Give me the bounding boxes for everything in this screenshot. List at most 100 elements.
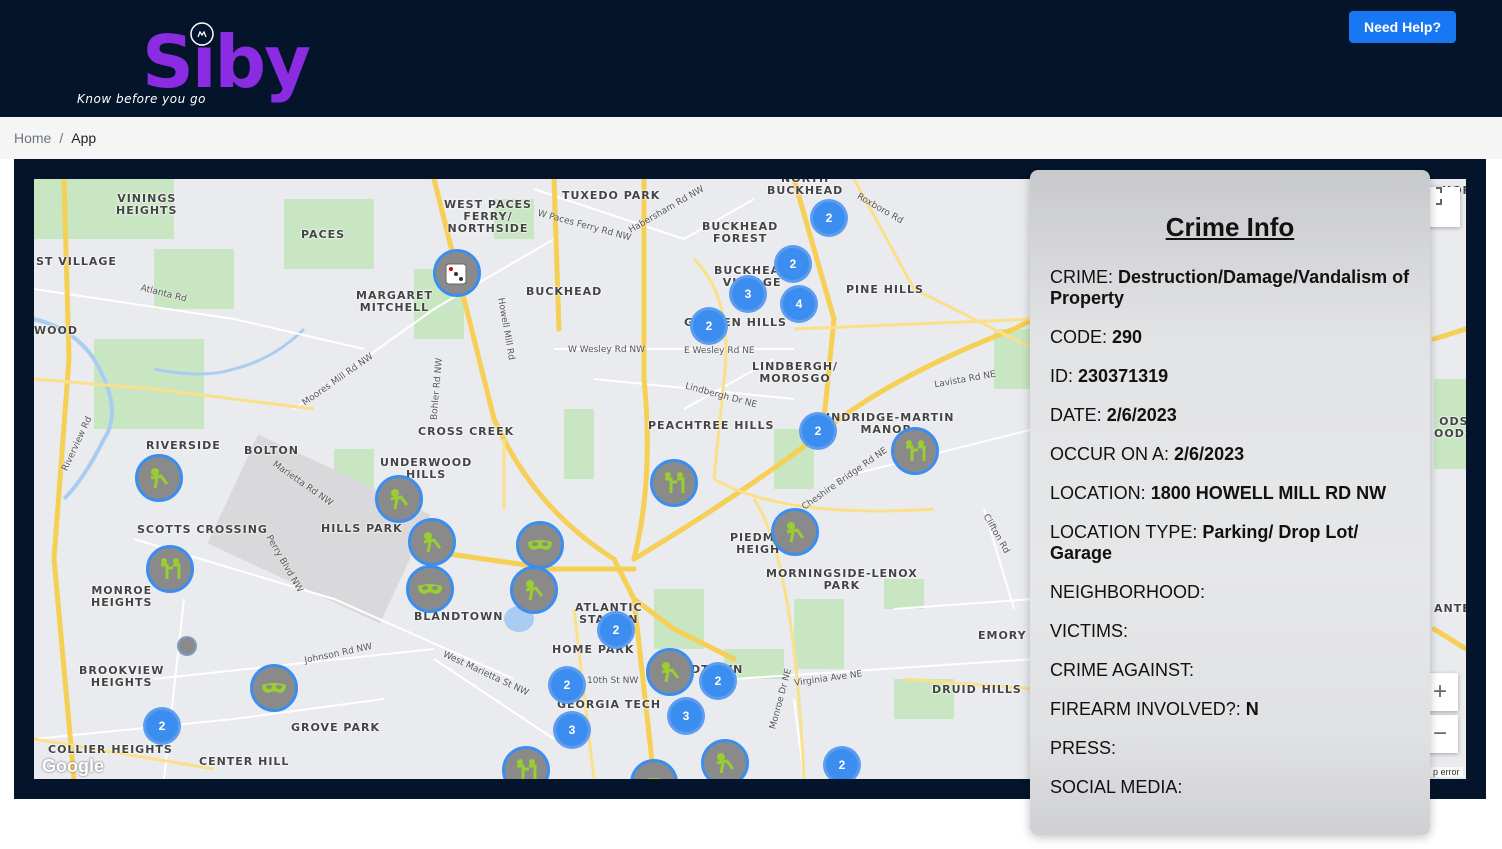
- map-label-wood: WOOD: [34, 324, 78, 337]
- id-field: ID: 230371319: [1050, 366, 1420, 387]
- breadcrumb-bar: [0, 117, 1502, 159]
- map-label-lindbergh: LINDBERGH/ MOROSGO: [752, 360, 839, 385]
- map-label-grove-park: GROVE PARK: [291, 721, 380, 734]
- assault-icon: [661, 662, 680, 683]
- map-label-bolton: BOLTON: [244, 444, 299, 457]
- road-label: W Wesley Rd NW: [568, 345, 646, 355]
- logo-tagline: Know before you go: [77, 92, 206, 106]
- map-label-brookview: BROOKVIEW HEIGHTS: [79, 664, 165, 689]
- social-media-field: SOCIAL MEDIA:: [1050, 777, 1420, 798]
- fight-icon: [517, 759, 537, 779]
- location-field: LOCATION: 1800 HOWELL MILL RD NW: [1050, 483, 1420, 504]
- victims-field: VICTIMS:: [1050, 621, 1420, 642]
- fight-marker[interactable]: [891, 427, 939, 475]
- assault-marker[interactable]: [408, 518, 456, 566]
- date-value: 2/6/2023: [1106, 405, 1177, 425]
- fight-marker[interactable]: [146, 545, 194, 593]
- map-label-center-hill: CENTER HILL: [199, 755, 290, 768]
- assault-marker[interactable]: [646, 648, 694, 696]
- code-field: CODE: 290: [1050, 327, 1420, 348]
- crime-info-title: Crime Info: [1165, 212, 1295, 242]
- press-label: PRESS:: [1050, 738, 1117, 758]
- crime-label: CRIME:: [1050, 267, 1113, 287]
- assault-icon: [786, 522, 805, 543]
- cluster-marker[interactable]: 3: [729, 275, 767, 313]
- cluster-marker[interactable]: 3: [553, 711, 591, 749]
- assault-marker[interactable]: [135, 454, 183, 502]
- map-label-buckhead-forest: BUCKHEAD FOREST: [702, 220, 779, 245]
- vandalism-mask-marker[interactable]: [250, 664, 298, 712]
- neighborhood-label: NEIGHBORHOOD:: [1050, 582, 1206, 602]
- firearm-field: FIREARM INVOLVED?: N: [1050, 699, 1420, 720]
- mask-icon: [645, 778, 663, 779]
- cluster-marker[interactable]: 2: [597, 611, 635, 649]
- code-value: 290: [1112, 327, 1143, 347]
- cluster-marker[interactable]: 2: [699, 662, 737, 700]
- social-media-label: SOCIAL MEDIA:: [1050, 777, 1183, 797]
- occur-label: OCCUR ON A:: [1050, 444, 1170, 464]
- mask-icon: [528, 540, 552, 550]
- assault-marker[interactable]: [771, 508, 819, 556]
- neighborhood-field: NEIGHBORHOOD:: [1050, 582, 1420, 603]
- cluster-marker-small[interactable]: [177, 636, 197, 656]
- cluster-marker[interactable]: 3: [667, 697, 705, 735]
- assault-icon: [716, 753, 735, 774]
- cluster-marker[interactable]: 2: [143, 707, 181, 745]
- breadcrumb: Home / App: [14, 130, 96, 146]
- map-label-cross-creek: CROSS CREEK: [418, 425, 515, 438]
- map-label-woods-right: ODS OODS: [1434, 415, 1466, 440]
- date-label: DATE:: [1050, 405, 1102, 425]
- cluster-marker[interactable]: 4: [780, 285, 818, 323]
- vandalism-mask-marker[interactable]: [406, 565, 454, 613]
- gambling-dice-marker[interactable]: [433, 249, 481, 297]
- siby-logo[interactable]: Siby Know before you go: [70, 10, 311, 110]
- crime-field: CRIME: Destruction/Damage/Vandalism of P…: [1050, 267, 1420, 309]
- map-label-west-paces: WEST PACES FERRY/ NORTHSIDE: [444, 198, 532, 235]
- breadcrumb-separator: /: [59, 130, 64, 146]
- cluster-marker[interactable]: 2: [548, 666, 586, 704]
- vandalism-mask-marker[interactable]: [516, 521, 564, 569]
- map-label-peachtree-hills: PEACHTREE HILLS: [648, 419, 775, 432]
- map-label-vinings: VININGS HEIGHTS: [116, 192, 178, 217]
- cluster-marker[interactable]: 2: [774, 245, 812, 283]
- crime-info-panel: Crime Info CRIME: Destruction/Damage/Van…: [1030, 170, 1430, 835]
- press-field: PRESS:: [1050, 738, 1420, 759]
- map-label-collier: COLLIER HEIGHTS: [48, 743, 173, 756]
- occur-field: OCCUR ON A: 2/6/2023: [1050, 444, 1420, 465]
- map-label-hills-park: HILLS PARK: [321, 522, 403, 535]
- fight-marker[interactable]: [650, 459, 698, 507]
- mask-icon: [418, 584, 442, 594]
- cluster-marker[interactable]: 2: [799, 412, 837, 450]
- logo-text: Siby: [142, 20, 311, 104]
- fight-icon: [161, 558, 181, 579]
- breadcrumb-home-link[interactable]: Home: [14, 130, 51, 146]
- victims-label: VICTIMS:: [1050, 621, 1129, 641]
- assault-icon: [150, 468, 169, 489]
- assault-icon: [423, 532, 442, 553]
- map-label-scotts: SCOTTS CROSSING: [137, 523, 268, 536]
- map-label-north-buckhead: NORTH BUCKHEAD: [767, 179, 844, 197]
- google-attribution-logo: Google: [42, 756, 104, 776]
- map-label-st-village: ST VILLAGE: [36, 255, 117, 268]
- need-help-button[interactable]: Need Help?: [1349, 11, 1456, 43]
- cluster-marker[interactable]: 2: [823, 746, 861, 779]
- fight-icon: [665, 472, 685, 493]
- map-label-pine-hills: PINE HILLS: [846, 283, 924, 296]
- map-label-lindridge: LINDRIDGE-MARTIN MANOR: [818, 411, 955, 436]
- assault-marker[interactable]: [701, 739, 749, 779]
- map-label-emory: EMORY: [978, 629, 1027, 642]
- report-map-error-link[interactable]: p error: [1430, 767, 1463, 777]
- assault-marker[interactable]: [375, 475, 423, 523]
- assault-marker[interactable]: [510, 566, 558, 614]
- crime-against-label: CRIME AGAINST:: [1050, 660, 1195, 680]
- breadcrumb-current: App: [71, 130, 97, 146]
- fight-icon: [906, 440, 926, 461]
- assault-icon: [525, 580, 544, 601]
- dice-icon: [445, 263, 467, 285]
- map-label-riverside: RIVERSIDE: [146, 439, 221, 452]
- cluster-marker[interactable]: 2: [810, 199, 848, 237]
- cluster-marker[interactable]: 2: [690, 307, 728, 345]
- map-label-paces: PACES: [301, 228, 346, 241]
- map-label-monroe: MONROE HEIGHTS: [91, 584, 153, 609]
- assault-icon: [390, 489, 409, 510]
